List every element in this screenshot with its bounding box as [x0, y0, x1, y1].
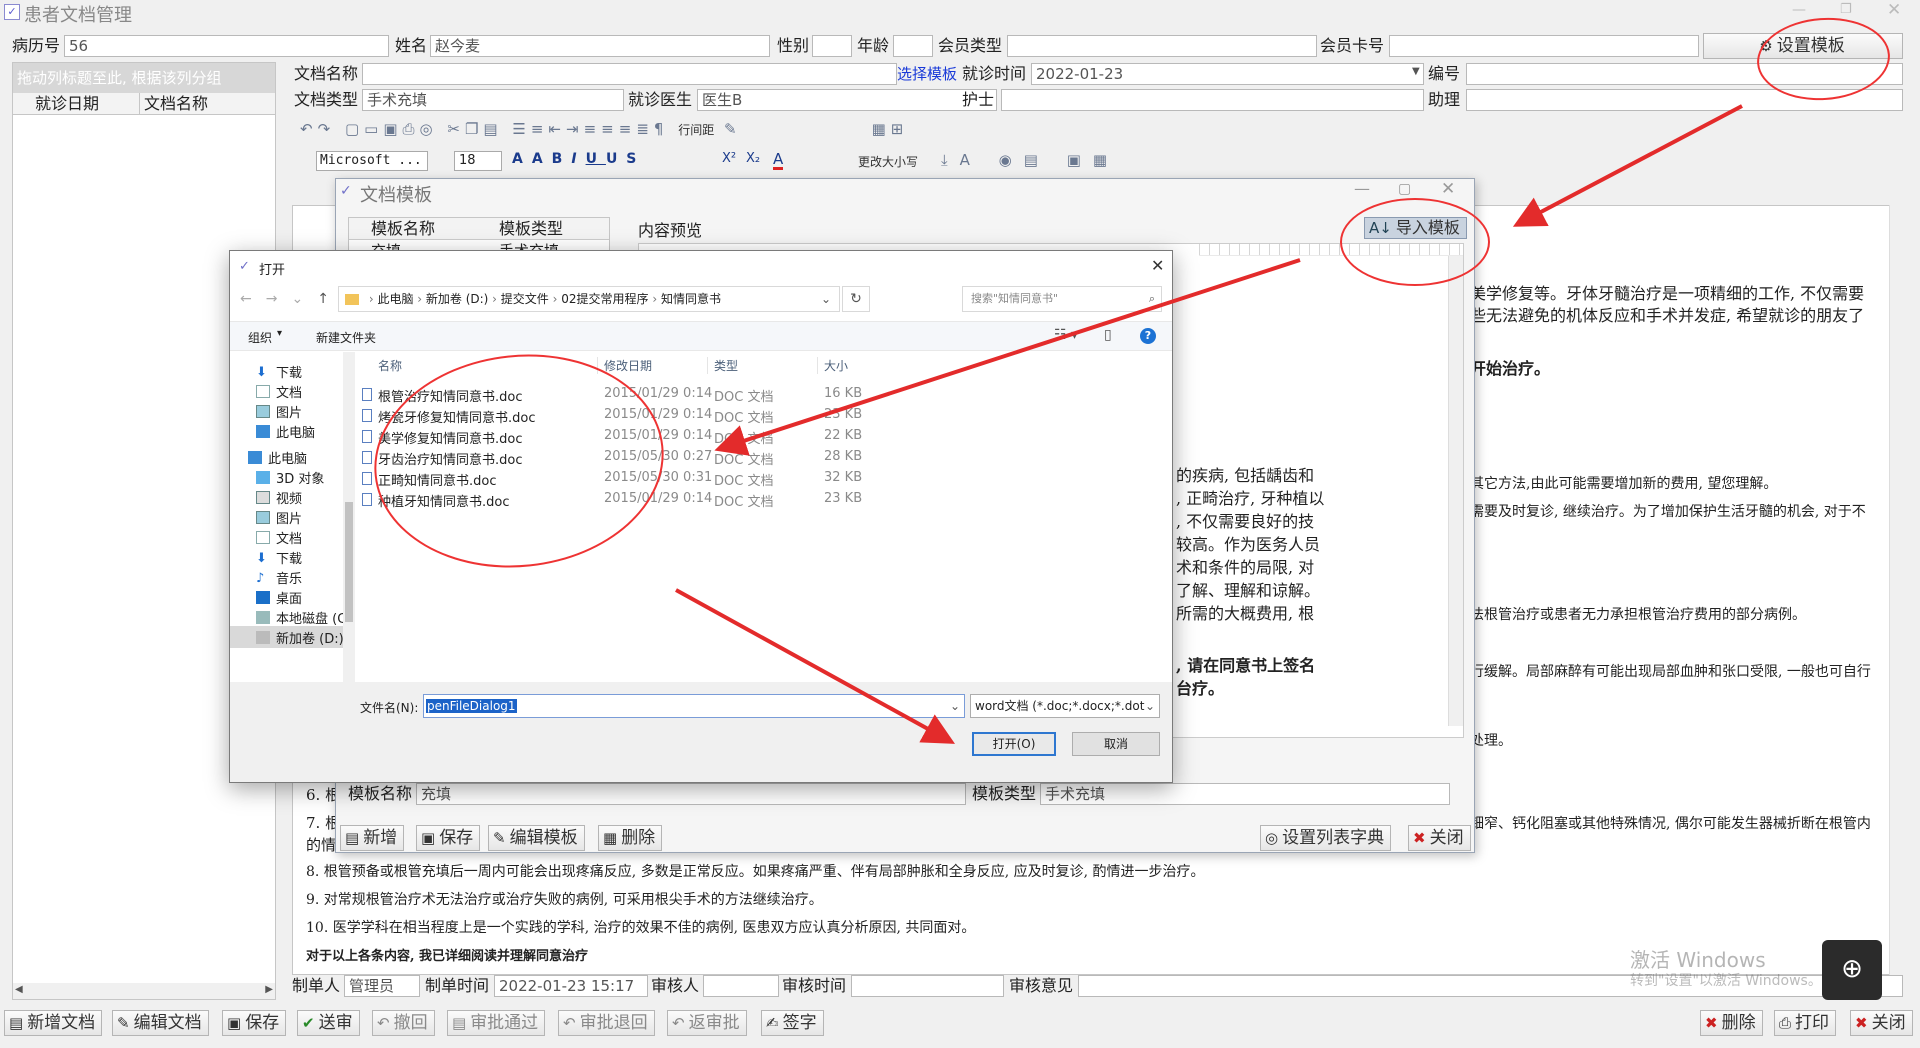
new-doc-button[interactable]: ▤ 新增文档 [4, 1010, 103, 1036]
make-time-label: 制单时间 [425, 976, 490, 995]
arrow-to-files [714, 258, 1301, 456]
review-opinion-label: 审核意见 [1009, 976, 1074, 995]
approve-button[interactable]: ▤ 审批通过 [447, 1010, 546, 1036]
maker-label: 制单人 [292, 976, 341, 995]
arrow-to-open [675, 588, 956, 744]
return-review-label: 返审批 [688, 1013, 740, 1033]
return-icon: ↶ [672, 1014, 685, 1032]
annotation-arrows [675, 104, 1743, 744]
save-button[interactable]: ▣ 保存 [222, 1010, 287, 1036]
sign-icon: ✍ [766, 1014, 779, 1032]
save-icon: ▣ [227, 1014, 242, 1032]
edit-doc-button[interactable]: ✎ 编辑文档 [112, 1010, 209, 1036]
review-time-field[interactable] [851, 975, 1004, 997]
reviewer-label: 审核人 [651, 976, 700, 995]
activation-watermark-title: 激活 Windows [1630, 948, 1766, 972]
reject-button[interactable]: ↶ 审批退回 [558, 1010, 655, 1036]
undo-icon: ↶ [377, 1014, 390, 1032]
new-doc-icon: ▤ [9, 1014, 24, 1032]
review-time-label: 审核时间 [782, 976, 847, 995]
delete-button[interactable]: ✖ 删除 [1700, 1010, 1763, 1036]
revoke-label: 撤回 [393, 1013, 428, 1033]
close-button[interactable]: ✖ 关闭 [1850, 1010, 1913, 1036]
arrow-to-import [1512, 104, 1743, 227]
delete-label: 删除 [1721, 1013, 1756, 1033]
make-time-field[interactable]: 2022-01-23 15:17 [494, 975, 648, 997]
save-label: 保存 [245, 1013, 280, 1033]
floating-new-doc-button[interactable]: ⊕ [1822, 940, 1882, 1000]
reviewer-field[interactable] [703, 975, 779, 997]
sign-label: 签字 [782, 1013, 817, 1033]
approve-label: 审批通过 [470, 1013, 539, 1033]
send-label: 送审 [318, 1013, 353, 1033]
edit-icon: ✎ [117, 1014, 130, 1032]
print-button[interactable]: ⎙ 打印 [1774, 1010, 1837, 1036]
print-icon: ⎙ [1779, 1014, 1792, 1032]
reject-icon: ↶ [563, 1014, 576, 1032]
print-label: 打印 [1795, 1013, 1830, 1033]
new-doc-label: 新增文档 [27, 1013, 96, 1033]
maker-field[interactable]: 管理员 [344, 975, 420, 997]
edit-doc-label: 编辑文档 [133, 1013, 202, 1033]
check-icon: ✔ [302, 1014, 315, 1032]
send-review-button[interactable]: ✔ 送审 [297, 1010, 360, 1036]
new-file-icon: ⊕ [1841, 954, 1863, 984]
revoke-button[interactable]: ↶ 撤回 [372, 1010, 435, 1036]
reject-label: 审批退回 [579, 1013, 648, 1033]
close-label: 关闭 [1871, 1013, 1906, 1033]
delete-icon: ✖ [1705, 1014, 1718, 1032]
sign-button[interactable]: ✍ 签字 [761, 1010, 824, 1036]
close-x-icon: ✖ [1855, 1014, 1868, 1032]
approve-icon: ▤ [452, 1014, 467, 1032]
activation-watermark-sub: 转到"设置"以激活 Windows。 [1630, 973, 1822, 989]
return-review-button[interactable]: ↶ 返审批 [667, 1010, 747, 1036]
